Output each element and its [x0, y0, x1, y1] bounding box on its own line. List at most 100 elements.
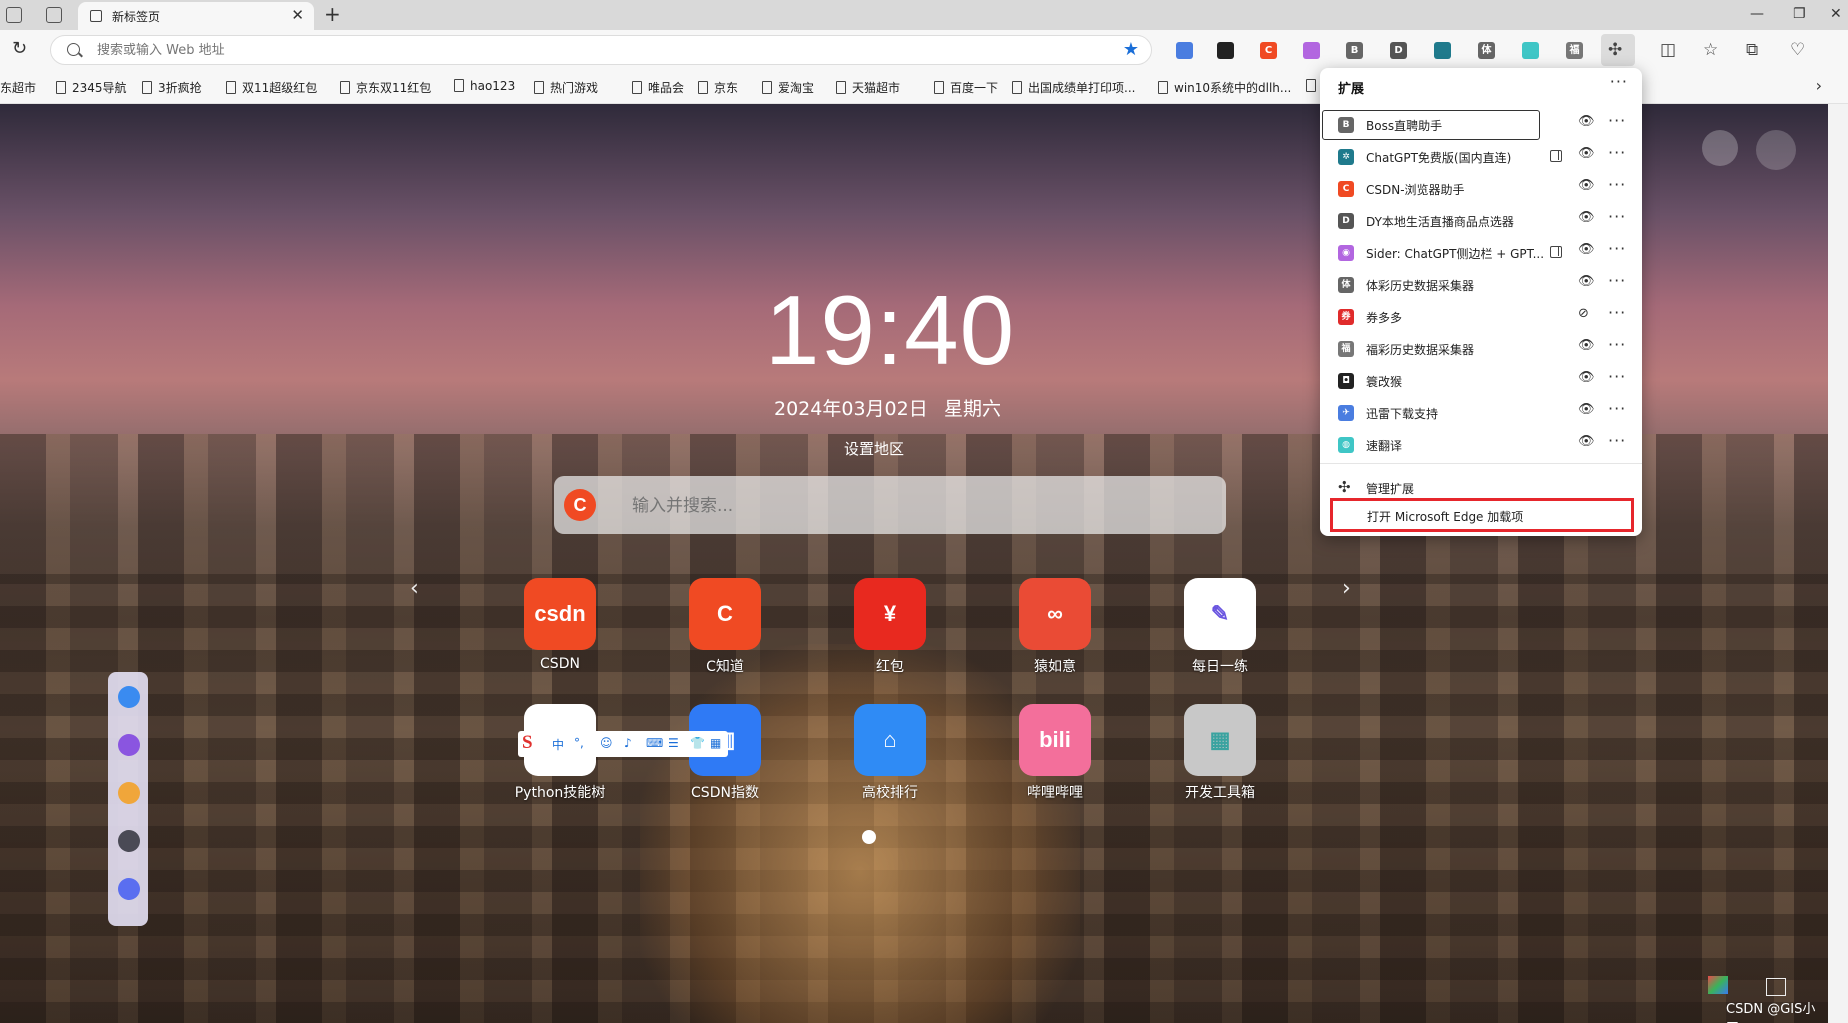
vertical-tabs-icon[interactable] — [46, 7, 62, 23]
extension-more-icon[interactable]: ··· — [1608, 303, 1626, 322]
eye-icon[interactable]: 👁 — [1578, 114, 1595, 129]
bookmark-item[interactable]: 唯品会 — [632, 79, 684, 96]
ime-button[interactable]: ⌨ — [646, 736, 663, 750]
dock-robot-icon[interactable] — [118, 830, 140, 852]
new-tab-button[interactable]: + — [324, 2, 341, 26]
favorites-icon[interactable]: ☆ — [1703, 40, 1718, 60]
next-page-arrow[interactable]: › — [1342, 576, 1351, 601]
eye-icon[interactable]: 👁 — [1578, 338, 1595, 353]
extension-row[interactable]: ✲ ChatGPT免费版(国内直连) 👁 ··· — [1320, 141, 1642, 173]
bookmark-item[interactable]: 天猫超市 — [836, 79, 900, 96]
extensions-more-icon[interactable]: ··· — [1610, 72, 1628, 91]
avatar[interactable] — [1756, 130, 1796, 170]
dock-app-icon[interactable] — [118, 734, 140, 756]
eye-icon[interactable]: 👁 — [1578, 242, 1595, 257]
close-tab-icon[interactable]: ✕ — [291, 6, 304, 24]
toolbar-ext-sufanyi-icon[interactable] — [1522, 42, 1539, 59]
toolbar-ext-xunlei-icon[interactable] — [1176, 42, 1193, 59]
toolbar-ext-dy-icon[interactable]: D — [1390, 42, 1407, 59]
open-edge-addons-item[interactable]: 打开 Microsoft Edge 加载项 — [1330, 498, 1634, 532]
csdn-search-logo[interactable]: C — [564, 489, 596, 521]
collections-icon[interactable]: ⧉ — [1746, 40, 1758, 60]
app-tile-0[interactable]: csdn CSDN — [500, 578, 620, 672]
refresh-icon[interactable]: ↻ — [12, 38, 27, 59]
dock-app-icon[interactable] — [118, 782, 140, 804]
sogou-logo[interactable]: S — [522, 732, 533, 754]
bookmark-item[interactable]: 京东双11红包 — [340, 79, 431, 96]
sidepanel-icon[interactable] — [1550, 246, 1562, 258]
bookmark-item[interactable]: win10系统中的dllh... — [1158, 79, 1291, 96]
extension-more-icon[interactable]: ··· — [1608, 367, 1626, 386]
app-tile-8[interactable]: bili 哔哩哔哩 — [995, 704, 1115, 802]
extension-more-icon[interactable]: ··· — [1608, 143, 1626, 162]
bookmark-item[interactable]: 3折疯抢 — [142, 79, 202, 96]
bookmark-item[interactable]: 出国成绩单打印项... — [1012, 79, 1135, 96]
extension-more-icon[interactable]: ··· — [1608, 175, 1626, 194]
minimize-button[interactable]: — — [1750, 6, 1764, 22]
dock-app-icon[interactable] — [118, 878, 140, 900]
extension-more-icon[interactable]: ··· — [1608, 335, 1626, 354]
bookmarks-overflow-icon[interactable]: › — [1816, 76, 1822, 95]
extension-row[interactable]: ✈ 迅雷下载支持 👁 ··· — [1320, 397, 1642, 429]
favorite-star-icon[interactable]: ★ — [1123, 39, 1139, 60]
toolbar-ext-chatgpt-icon[interactable] — [1434, 42, 1451, 59]
search-input[interactable] — [632, 494, 1192, 518]
extension-more-icon[interactable]: ··· — [1608, 239, 1626, 258]
browser-essentials-icon[interactable]: ♡ — [1790, 40, 1805, 60]
extension-more-icon[interactable]: ··· — [1608, 207, 1626, 226]
apps-grid-icon[interactable] — [1702, 130, 1738, 166]
app-tile-7[interactable]: ⌂ 高校排行 — [830, 704, 950, 802]
toolbar-ext-sider-icon[interactable] — [1303, 42, 1320, 59]
toolbar-ext-csdn-icon[interactable]: C — [1260, 42, 1277, 59]
app-tile-9[interactable]: ▦ 开发工具箱 — [1160, 704, 1280, 802]
eye-icon[interactable]: 👁 — [1578, 434, 1595, 449]
extension-row[interactable]: ◉ Sider: ChatGPT侧边栏 + GPT... 👁 ··· — [1320, 237, 1642, 269]
extension-row[interactable]: ◍ 速翻译 👁 ··· — [1320, 429, 1642, 461]
app-tile-1[interactable]: C C知道 — [665, 578, 785, 676]
dock-app-icon[interactable] — [118, 686, 140, 708]
page-indicator-dot[interactable] — [862, 830, 876, 844]
extension-row[interactable]: B Boss直聘助手 👁 ··· — [1320, 109, 1642, 141]
bookmark-item[interactable]: 爱淘宝 — [762, 79, 814, 96]
app-logo-icon[interactable] — [1708, 976, 1728, 994]
bookmark-item[interactable]: 双11超级红包 — [226, 79, 317, 96]
eye-icon[interactable]: 👁 — [1578, 210, 1595, 225]
eye-icon[interactable]: 👁 — [1578, 178, 1595, 193]
toolbar-ext-zhuangaihou-icon[interactable] — [1217, 42, 1234, 59]
set-region-link[interactable]: 设置地区 — [844, 438, 904, 459]
maximize-button[interactable]: ❐ — [1793, 6, 1806, 22]
sidepanel-icon[interactable] — [1550, 150, 1562, 162]
close-window-button[interactable]: ✕ — [1830, 6, 1842, 22]
ime-button[interactable]: ☰ — [668, 736, 679, 750]
toolbar-ext-boss-icon[interactable]: B — [1346, 42, 1363, 59]
extension-more-icon[interactable]: ··· — [1608, 111, 1626, 130]
extension-more-icon[interactable]: ··· — [1608, 399, 1626, 418]
workspaces-icon[interactable] — [6, 7, 22, 23]
app-tile-3[interactable]: ∞ 猿如意 — [995, 578, 1115, 676]
extension-more-icon[interactable]: ··· — [1608, 271, 1626, 290]
tab-new-tab[interactable]: 新标签页 ✕ — [78, 2, 314, 30]
address-input[interactable] — [97, 40, 1097, 60]
bookmark-item[interactable]: 热门游戏 — [534, 79, 598, 96]
bookmark-item[interactable]: 东超市 — [0, 79, 36, 96]
extension-row[interactable]: C CSDN-浏览器助手 👁 ··· — [1320, 173, 1642, 205]
eye-icon[interactable]: 👁 — [1578, 402, 1595, 417]
bookmark-item[interactable]: hao123 — [454, 79, 515, 93]
ime-button[interactable]: ▦ — [710, 736, 721, 750]
ime-button[interactable]: °, — [574, 736, 584, 750]
previous-page-arrow[interactable]: ‹ — [410, 576, 419, 601]
image-icon[interactable] — [1766, 978, 1786, 996]
bookmark-item[interactable]: 百度一下 — [934, 79, 998, 96]
extension-row[interactable]: ◘ 簑改猴 👁 ··· — [1320, 365, 1642, 397]
split-screen-icon[interactable]: ◫ — [1660, 40, 1676, 60]
eye-icon[interactable]: 👁 — [1578, 370, 1595, 385]
eye-icon[interactable]: 👁 — [1578, 146, 1595, 161]
bookmark-item[interactable]: 京东 — [698, 79, 738, 96]
eye-hidden-icon[interactable]: ⊘ — [1578, 306, 1589, 321]
app-tile-4[interactable]: ✎ 每日一练 — [1160, 578, 1280, 676]
ime-button[interactable]: 👕 — [690, 736, 705, 750]
toolbar-ext-fucai-icon[interactable]: 福 — [1566, 42, 1583, 59]
extension-row[interactable]: D DY本地生活直播商品点选器 👁 ··· — [1320, 205, 1642, 237]
ime-button[interactable]: ♪ — [624, 736, 632, 750]
extension-more-icon[interactable]: ··· — [1608, 431, 1626, 450]
